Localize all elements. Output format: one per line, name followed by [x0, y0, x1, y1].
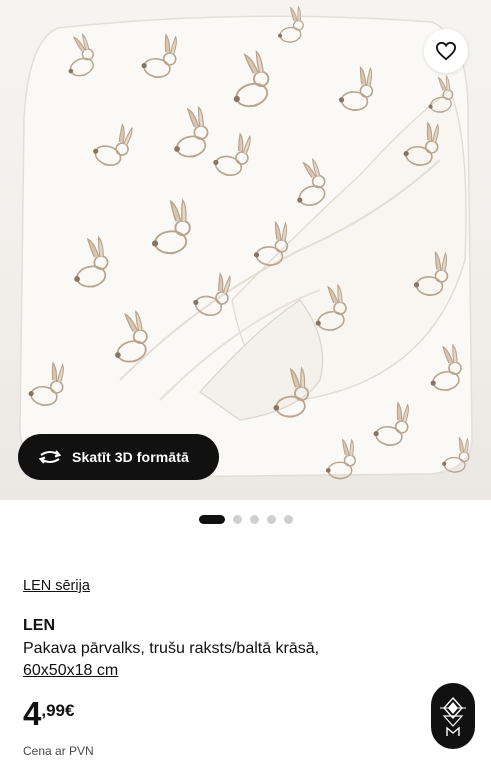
price-note: Cena ar PVN [23, 744, 94, 758]
heart-icon [435, 41, 457, 61]
product-description: Pakava pārvalks, trušu raksts/baltā krās… [23, 638, 383, 682]
price-main: 4 [23, 695, 42, 732]
carousel-indicators [0, 513, 491, 525]
carousel-dot[interactable] [266, 514, 276, 524]
series-link[interactable]: LEN sērija [23, 578, 90, 594]
view-3d-label: Skatīt 3D formātā [72, 449, 189, 465]
diamond-badge-button[interactable] [431, 683, 475, 749]
view-3d-button[interactable]: Skatīt 3D formātā [18, 434, 219, 480]
carousel-dot[interactable] [249, 514, 259, 524]
carousel-dot-active[interactable] [198, 514, 225, 524]
product-image-carousel[interactable]: Skatīt 3D formātā [0, 0, 491, 500]
favorite-button[interactable] [424, 29, 468, 73]
rotate-arrows-icon [38, 447, 62, 467]
price-decimals: ,99€ [41, 701, 75, 720]
price: 4 ,99€ [23, 694, 74, 734]
carousel-dot[interactable] [232, 514, 242, 524]
product-size-link[interactable]: 60x50x18 cm [23, 662, 118, 679]
diamond-logo-icon [440, 696, 466, 736]
product-name: LEN [23, 617, 55, 634]
product-description-text: Pakava pārvalks, trušu raksts/baltā krās… [23, 640, 320, 657]
carousel-dot[interactable] [283, 514, 293, 524]
product-image [19, 5, 473, 480]
